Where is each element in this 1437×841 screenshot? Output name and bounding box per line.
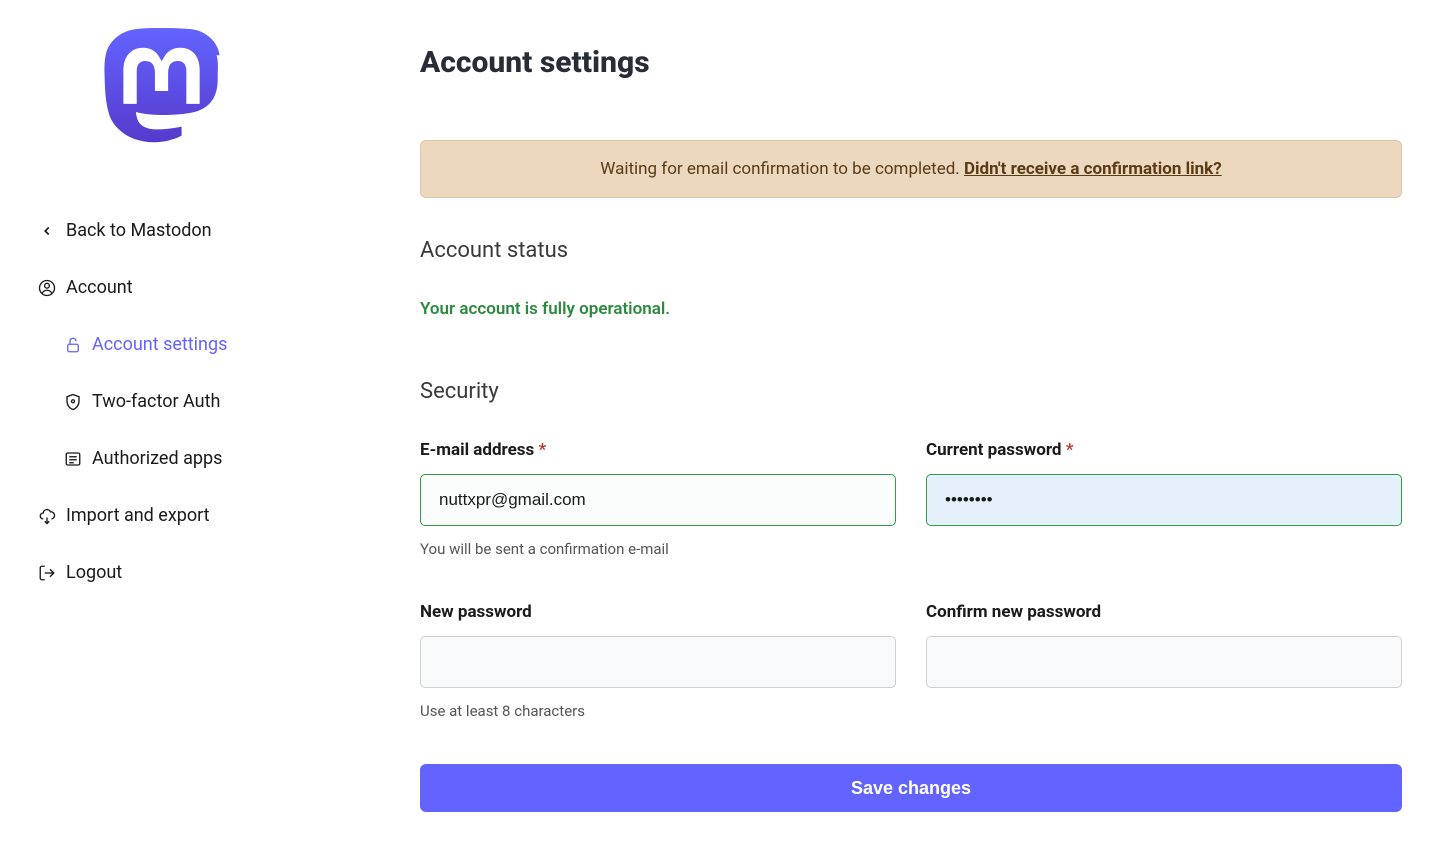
- form-row-new-password: New password Use at least 8 characters C…: [420, 602, 1402, 720]
- security-heading: Security: [420, 379, 1402, 404]
- current-password-label-text: Current password: [926, 440, 1061, 460]
- current-password-field[interactable]: [926, 474, 1402, 526]
- flash-link[interactable]: Didn't receive a confirmation link?: [964, 159, 1222, 179]
- form-group-current-password: Current password *: [926, 440, 1402, 558]
- account-status-text: Your account is fully operational.: [420, 299, 1402, 319]
- cloud-sync-icon: [38, 507, 56, 525]
- lock-open-icon: [64, 336, 82, 354]
- confirm-password-label: Confirm new password: [926, 602, 1402, 622]
- sidebar-item-back[interactable]: Back to Mastodon: [38, 202, 380, 259]
- sidebar-item-authorized-apps[interactable]: Authorized apps: [38, 430, 380, 487]
- sidebar-item-two-factor[interactable]: Two-factor Auth: [38, 373, 380, 430]
- form-group-new-password: New password Use at least 8 characters: [420, 602, 896, 720]
- flash-message: Waiting for email confirmation to be com…: [600, 159, 964, 179]
- required-star: *: [539, 440, 547, 460]
- sidebar-item-label: Import and export: [66, 505, 210, 526]
- logout-icon: [38, 564, 56, 582]
- account-status-heading: Account status: [420, 238, 1402, 263]
- confirm-password-field[interactable]: [926, 636, 1402, 688]
- sidebar-item-logout[interactable]: Logout: [38, 544, 380, 601]
- mastodon-logo-icon: [103, 28, 221, 152]
- main-content: Account settings Waiting for email confi…: [380, 0, 1420, 812]
- list-icon: [64, 450, 82, 468]
- chevron-left-icon: [38, 222, 56, 240]
- email-hint: You will be sent a confirmation e-mail: [420, 540, 896, 558]
- new-password-label: New password: [420, 602, 896, 622]
- sidebar-item-label: Account: [66, 277, 133, 298]
- shield-icon: [64, 393, 82, 411]
- sidebar-item-label: Account settings: [92, 334, 227, 355]
- logo-wrap: [38, 28, 286, 152]
- form-row-email-password: E-mail address * You will be sent a conf…: [420, 440, 1402, 558]
- sidebar: Back to Mastodon Account Account setting…: [0, 0, 380, 812]
- sidebar-item-account-settings[interactable]: Account settings: [38, 316, 380, 373]
- flash-banner: Waiting for email confirmation to be com…: [420, 140, 1402, 198]
- nav-list: Back to Mastodon Account Account setting…: [38, 202, 380, 601]
- sidebar-item-account[interactable]: Account: [38, 259, 380, 316]
- new-password-field[interactable]: [420, 636, 896, 688]
- save-button[interactable]: Save changes: [420, 764, 1402, 812]
- current-password-label: Current password *: [926, 440, 1402, 460]
- sidebar-item-label: Logout: [66, 562, 122, 583]
- page-title: Account settings: [420, 45, 1402, 80]
- sidebar-item-import-export[interactable]: Import and export: [38, 487, 380, 544]
- email-label: E-mail address *: [420, 440, 896, 460]
- user-circle-icon: [38, 279, 56, 297]
- email-field[interactable]: [420, 474, 896, 526]
- sidebar-item-label: Back to Mastodon: [66, 220, 212, 241]
- email-label-text: E-mail address: [420, 440, 534, 460]
- form-group-confirm-password: Confirm new password: [926, 602, 1402, 720]
- sidebar-item-label: Authorized apps: [92, 448, 222, 469]
- form-group-email: E-mail address * You will be sent a conf…: [420, 440, 896, 558]
- required-star: *: [1066, 440, 1074, 460]
- sidebar-item-label: Two-factor Auth: [92, 391, 220, 412]
- new-password-hint: Use at least 8 characters: [420, 702, 896, 720]
